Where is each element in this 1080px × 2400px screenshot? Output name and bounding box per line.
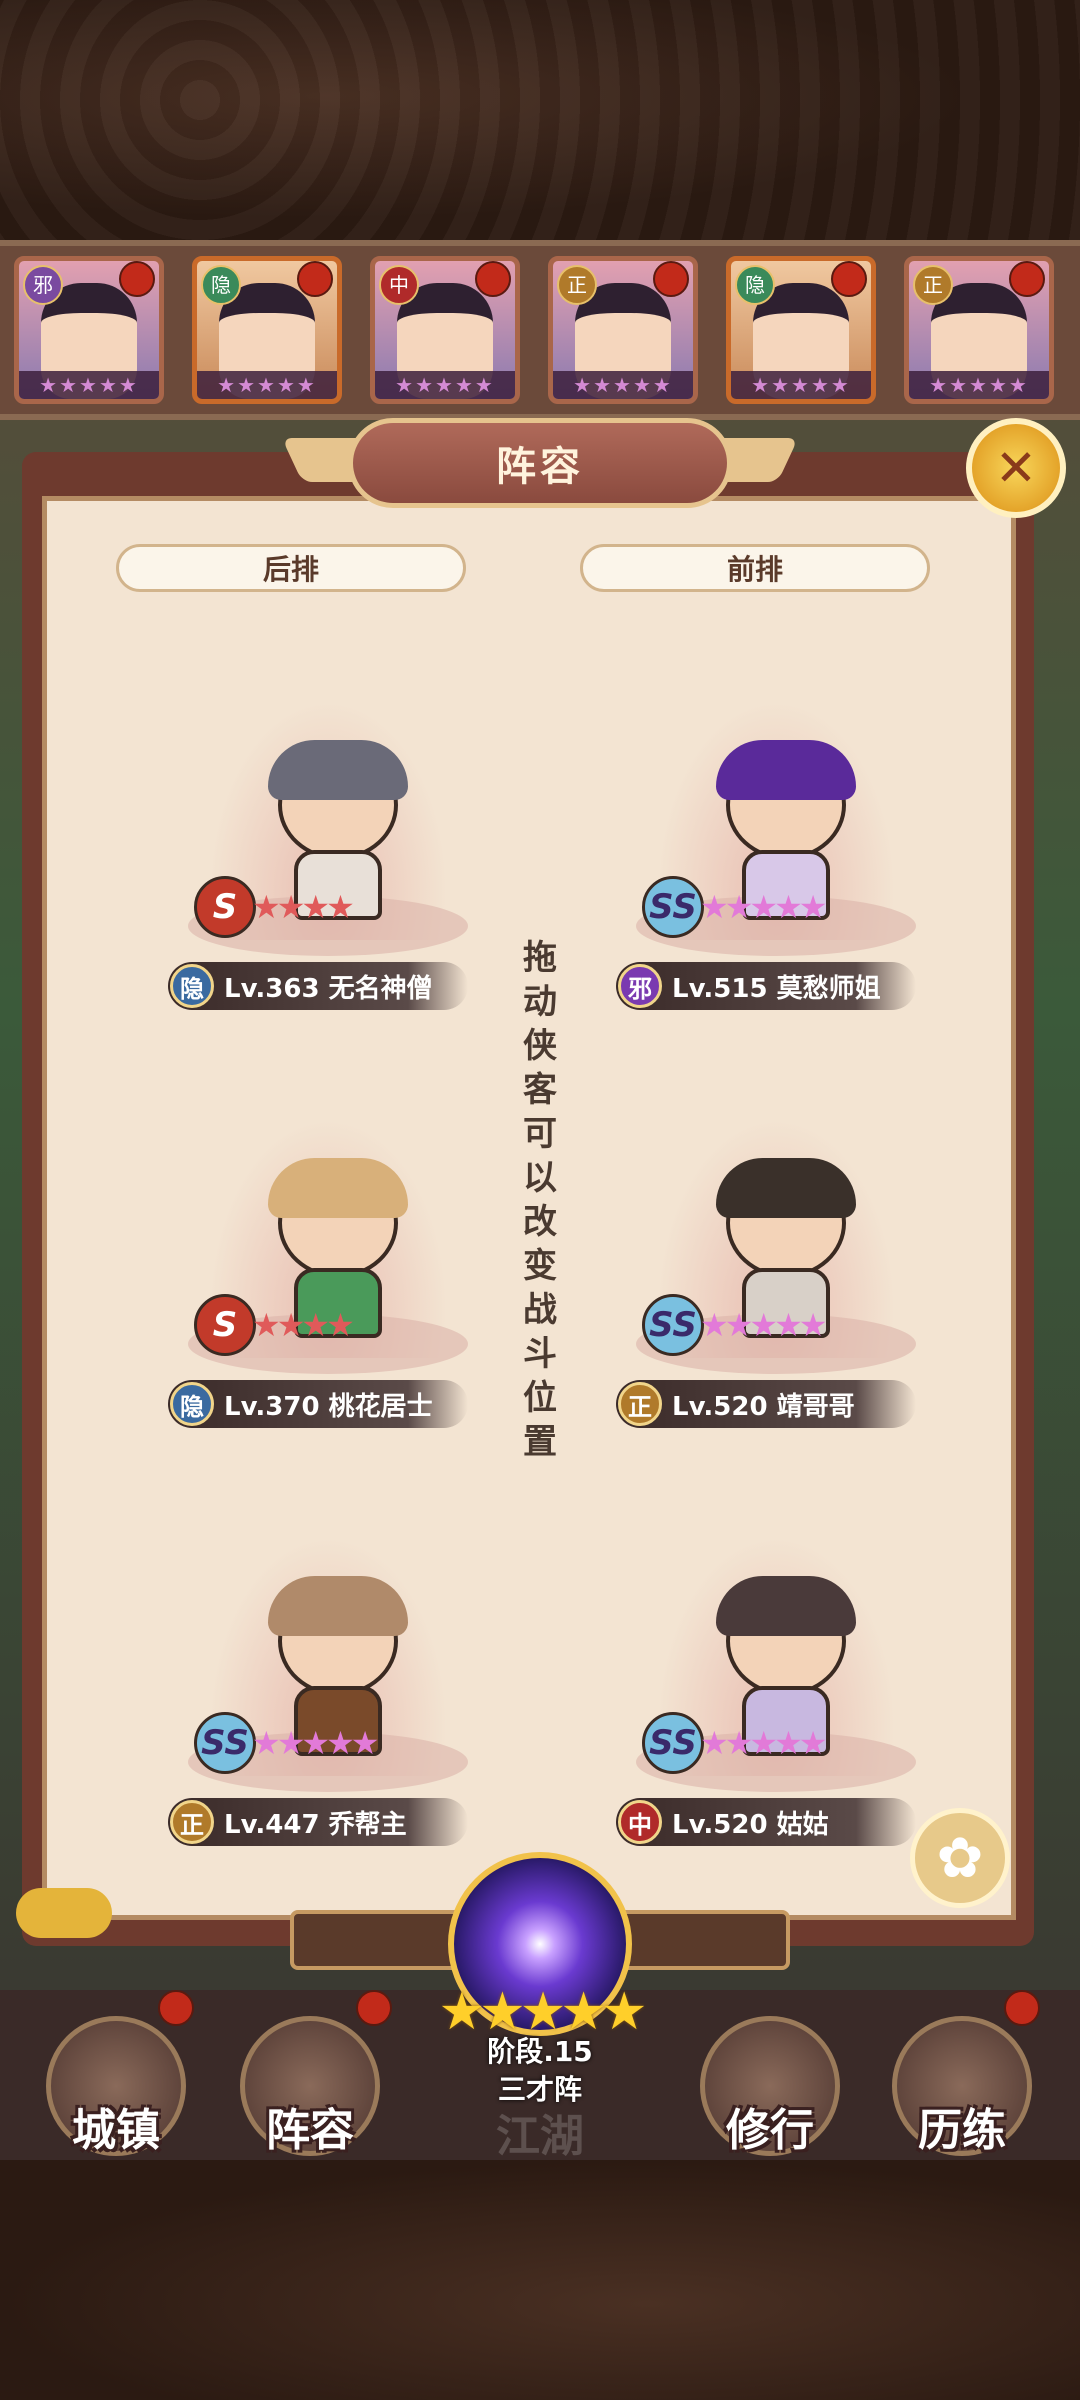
roster-card[interactable]: 中 ★★★★★	[370, 256, 520, 404]
hero-info-bar: 正 Lv.520 靖哥哥	[616, 1380, 916, 1428]
star-rating: ★★★★★	[252, 1724, 379, 1762]
roster-card[interactable]: 正 ★★★★★	[904, 256, 1054, 404]
star-rating: ★★★★★	[731, 371, 871, 399]
rank-badge: SS	[642, 1294, 704, 1356]
star-rating: ★★★★	[252, 1306, 355, 1344]
notification-dot	[1004, 1990, 1040, 2026]
faction-badge: 中	[618, 1800, 662, 1844]
hero-sprite	[716, 1158, 856, 1338]
back-row-label: 后排	[116, 544, 466, 592]
hero-slot-front-1[interactable]: SS ★★★★★ 邪 Lv.515 莫愁师姐	[616, 700, 936, 1020]
nav-training-label: 修行	[726, 2105, 814, 2156]
rank-badge: S	[194, 876, 256, 938]
hero-level-name: Lv.520 靖哥哥	[672, 1391, 855, 1422]
hero-sprite	[268, 1158, 408, 1338]
star-rating: ★★★★★	[700, 1306, 827, 1344]
flower-icon: ✿	[936, 1825, 984, 1891]
panel-title: 阵容	[348, 418, 732, 508]
notification-dot	[475, 261, 511, 297]
hero-info-bar: 隐 Lv.363 无名神僧	[168, 962, 468, 1010]
roster-card[interactable]: 邪 ★★★★★	[14, 256, 164, 404]
faction-badge: 正	[618, 1382, 662, 1426]
close-icon: ✕	[995, 439, 1037, 497]
hero-slot-back-1[interactable]: S ★★★★ 隐 Lv.363 无名神僧	[168, 700, 488, 1020]
nav-trial-label: 历练	[918, 2105, 1006, 2156]
hero-info-bar: 中 Lv.520 姑姑	[616, 1798, 916, 1846]
nav-town-label: 城镇	[72, 2105, 160, 2156]
star-rating: ★★★★★	[375, 371, 515, 399]
hero-slot-front-2[interactable]: SS ★★★★★ 正 Lv.520 靖哥哥	[616, 1118, 936, 1438]
hero-roster: 邪 ★★★★★ 隐 ★★★★★ 中 ★★★★★ 正 ★★★★★ 隐 ★★★★★ …	[0, 240, 1080, 420]
faction-badge: 隐	[201, 265, 241, 305]
faction-badge: 隐	[735, 265, 775, 305]
hero-sprite	[268, 1576, 408, 1756]
star-rating: ★★★★★	[909, 371, 1049, 399]
front-row-label: 前排	[580, 544, 930, 592]
star-rating: ★★★★★	[700, 888, 827, 926]
close-button[interactable]: ✕	[966, 418, 1066, 518]
faction-badge: 中	[379, 265, 419, 305]
notification-dot	[653, 261, 689, 297]
hero-sprite	[716, 740, 856, 920]
faction-badge: 隐	[170, 1382, 214, 1426]
hero-level-name: Lv.515 莫愁师姐	[672, 973, 881, 1004]
hero-sprite	[268, 740, 408, 920]
hero-level-name: Lv.363 无名神僧	[224, 973, 433, 1004]
faction-badge: 隐	[170, 964, 214, 1008]
notification-dot	[119, 261, 155, 297]
nav-jianghu-label: 江湖	[496, 2111, 584, 2162]
hero-sprite	[716, 1576, 856, 1756]
formation-settings-button[interactable]: ✿	[910, 1808, 1010, 1908]
faction-badge: 正	[557, 265, 597, 305]
rank-badge: SS	[642, 1712, 704, 1774]
hero-info-bar: 邪 Lv.515 莫愁师姐	[616, 962, 916, 1010]
notification-dot	[831, 261, 867, 297]
notification-dot	[158, 1990, 194, 2026]
hero-slot-back-2[interactable]: S ★★★★ 隐 Lv.370 桃花居士	[168, 1118, 488, 1438]
faction-badge: 正	[913, 265, 953, 305]
nav-lineup-label: 阵容	[266, 2105, 354, 2156]
background-top	[0, 0, 1080, 240]
faction-badge: 邪	[618, 964, 662, 1008]
notification-dot	[297, 261, 333, 297]
star-rating: ★★★★★	[700, 1724, 827, 1762]
notification-dot	[1009, 261, 1045, 297]
hero-level-name: Lv.520 姑姑	[672, 1809, 829, 1840]
rank-badge: SS	[194, 1712, 256, 1774]
star-rating: ★★★★	[252, 888, 355, 926]
hero-level-name: Lv.370 桃花居士	[224, 1391, 433, 1422]
drag-hint: 拖动侠客可以改变战斗位置	[523, 938, 557, 1462]
cloud-ornament	[16, 1888, 112, 1938]
hero-info-bar: 正 Lv.447 乔帮主	[168, 1798, 468, 1846]
notification-dot	[356, 1990, 392, 2026]
hero-info-bar: 隐 Lv.370 桃花居士	[168, 1380, 468, 1428]
star-rating: ★★★★★	[19, 371, 159, 399]
formation-name: 三才阵	[497, 2073, 582, 2106]
faction-badge: 邪	[23, 265, 63, 305]
roster-card[interactable]: 隐 ★★★★★	[192, 256, 342, 404]
hero-slot-front-3[interactable]: SS ★★★★★ 中 Lv.520 姑姑	[616, 1536, 936, 1856]
star-rating: ★★★★★	[197, 371, 337, 399]
faction-badge: 正	[170, 1800, 214, 1844]
background-bottom	[0, 2160, 1080, 2400]
formation-stage: 阶段.15	[487, 2035, 593, 2068]
rank-badge: S	[194, 1294, 256, 1356]
roster-card[interactable]: 正 ★★★★★	[548, 256, 698, 404]
hero-slot-back-3[interactable]: SS ★★★★★ 正 Lv.447 乔帮主	[168, 1536, 488, 1856]
roster-card[interactable]: 隐 ★★★★★	[726, 256, 876, 404]
hero-level-name: Lv.447 乔帮主	[224, 1809, 407, 1840]
rank-badge: SS	[642, 876, 704, 938]
star-rating: ★★★★★	[553, 371, 693, 399]
